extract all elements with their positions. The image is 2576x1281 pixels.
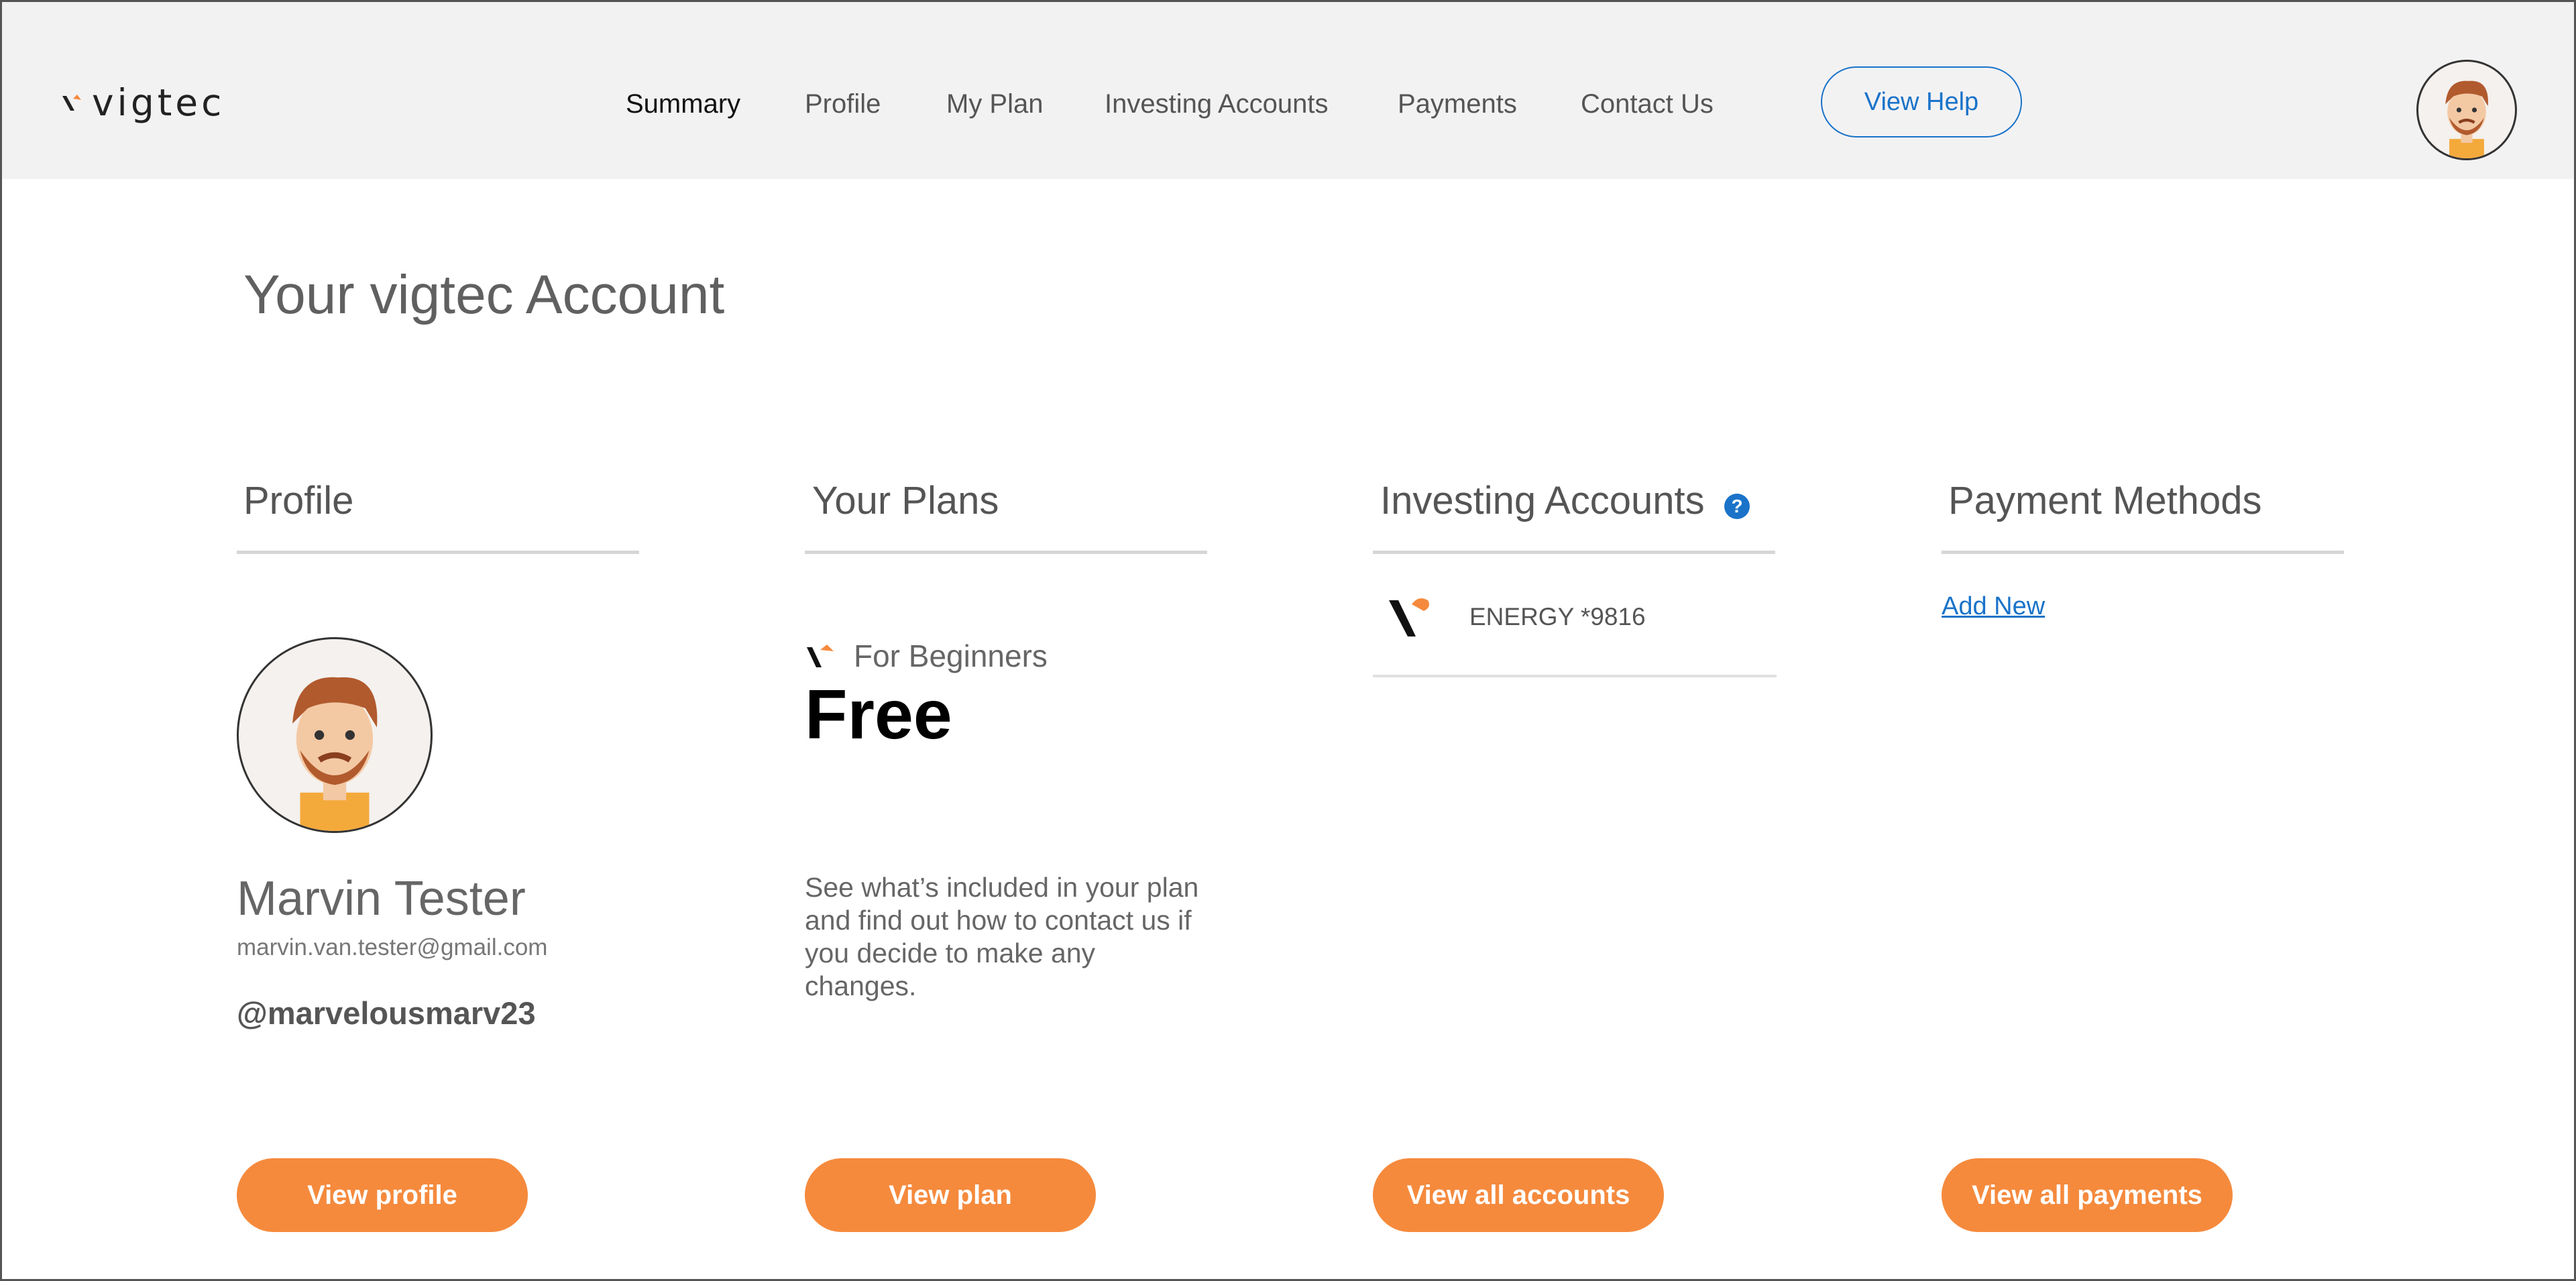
page-title: Your vigtec Account bbox=[243, 264, 725, 325]
plans-heading: Your Plans bbox=[812, 479, 999, 522]
user-email: marvin.van.tester@gmail.com bbox=[237, 934, 548, 960]
investing-account-name: ENERGY *9816 bbox=[1469, 603, 1646, 630]
question-help-icon[interactable]: ? bbox=[1724, 494, 1750, 519]
payment-methods-heading: Payment Methods bbox=[1948, 479, 2262, 522]
plans-divider bbox=[805, 551, 1207, 554]
top-header: vigtec Summary Profile My Plan Investing… bbox=[2, 2, 2574, 179]
header-avatar[interactable] bbox=[2416, 60, 2517, 160]
investing-heading: Investing Accounts bbox=[1380, 479, 1705, 522]
investing-divider bbox=[1373, 551, 1775, 554]
nav-contact-us[interactable]: Contact Us bbox=[1581, 89, 1714, 119]
plan-description: See what’s included in your plan and fin… bbox=[805, 872, 1199, 1001]
view-profile-button[interactable]: View profile bbox=[237, 1158, 528, 1232]
nav-investing-accounts[interactable]: Investing Accounts bbox=[1105, 89, 1329, 119]
nav-summary[interactable]: Summary bbox=[626, 89, 740, 119]
user-avatar-icon bbox=[2445, 80, 2488, 158]
account-divider bbox=[1373, 675, 1777, 677]
view-plan-button[interactable]: View plan bbox=[805, 1158, 1096, 1232]
add-new-payment-link[interactable]: Add New bbox=[1942, 592, 2045, 621]
user-handle: @marvelousmarv23 bbox=[237, 995, 536, 1031]
nav-payments[interactable]: Payments bbox=[1398, 89, 1517, 119]
vigtec-account-icon bbox=[1389, 598, 1429, 636]
plan-name: Free bbox=[805, 676, 952, 754]
profile-avatar bbox=[237, 637, 433, 833]
user-name: Marvin Tester bbox=[237, 872, 526, 926]
profile-heading: Profile bbox=[243, 479, 354, 522]
vigtec-plan-icon bbox=[807, 645, 834, 667]
vigtec-logo-mark-icon bbox=[62, 95, 81, 111]
payments-divider bbox=[1942, 551, 2344, 554]
vigtec-logo[interactable]: vigtec bbox=[61, 81, 225, 124]
view-all-accounts-button[interactable]: View all accounts bbox=[1373, 1158, 1664, 1232]
view-help-button[interactable]: View Help bbox=[1821, 66, 2022, 137]
view-all-payments-button[interactable]: View all payments bbox=[1942, 1158, 2233, 1232]
profile-divider bbox=[237, 551, 639, 554]
nav-profile[interactable]: Profile bbox=[805, 89, 881, 119]
plan-type: For Beginners bbox=[854, 638, 1048, 673]
user-avatar-icon bbox=[292, 677, 378, 831]
vigtec-logo-text: vigtec bbox=[92, 81, 225, 124]
nav-my-plan[interactable]: My Plan bbox=[946, 89, 1044, 119]
